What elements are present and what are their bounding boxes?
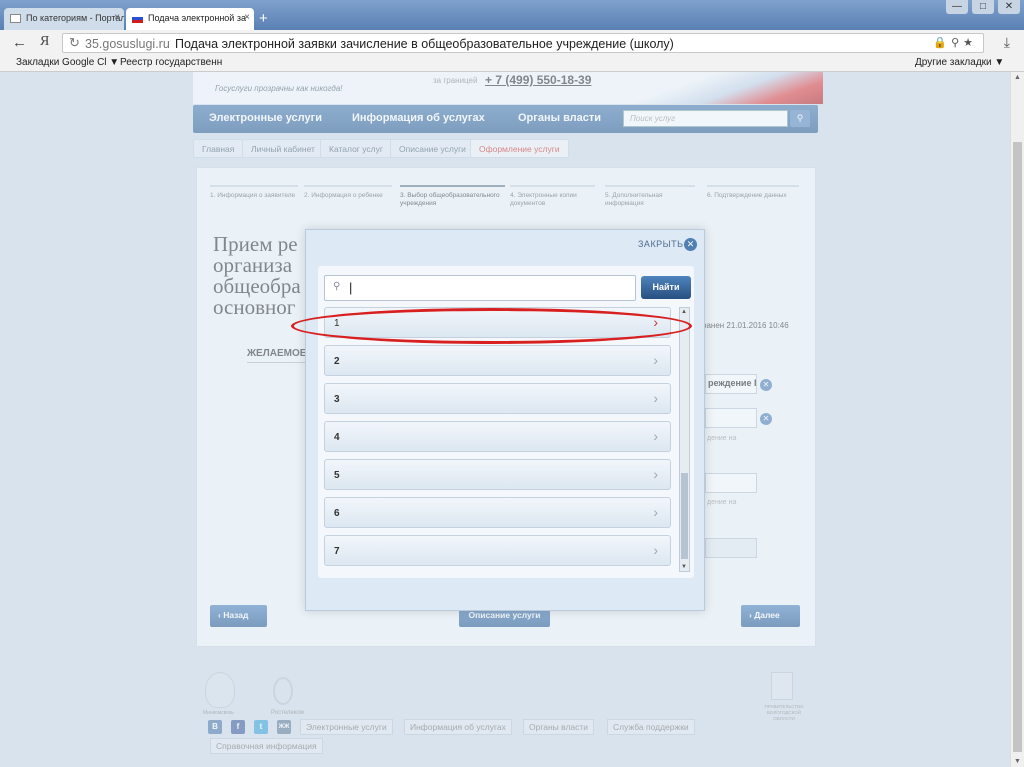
url-title: Подача электронной заявки зачисление в о…: [175, 37, 674, 51]
chevron-right-icon: ›: [653, 504, 658, 520]
chevron-right-icon: ›: [653, 390, 658, 406]
list-item-number: 7: [334, 546, 340, 557]
address-icons: 🔒⚲★: [933, 36, 977, 49]
search-value: |: [349, 280, 353, 295]
list-item-number: 4: [334, 432, 340, 443]
chevron-right-icon: ›: [653, 542, 658, 558]
close-button[interactable]: ЗАКРЫТЬ: [638, 239, 684, 249]
bookmark-registry[interactable]: Реестр государственн: [120, 57, 222, 68]
reload-icon[interactable]: ↻: [69, 35, 80, 51]
list-item-number: 2: [334, 356, 340, 367]
close-window-button[interactable]: ✕: [998, 0, 1020, 14]
scroll-down-icon[interactable]: ▼: [1014, 758, 1021, 765]
bookmarks-bar: Закладки Google Cl ▼ Реестр государствен…: [0, 56, 1024, 72]
list-item[interactable]: 3 ›: [324, 383, 671, 414]
close-icon[interactable]: ×: [244, 12, 250, 23]
new-tab-button[interactable]: +: [259, 10, 268, 27]
flag-icon: [132, 14, 143, 23]
tab-label: Подача электронной за: [148, 13, 246, 23]
list-item[interactable]: 2 ›: [324, 345, 671, 376]
find-button[interactable]: Найти: [641, 276, 691, 299]
page-scrollbar[interactable]: ▲ ▼: [1010, 72, 1024, 767]
highlight-ellipse: [291, 308, 692, 344]
tab-application[interactable]: Подача электронной за ×: [126, 8, 254, 30]
minimize-button[interactable]: —: [946, 0, 968, 14]
scroll-up-icon[interactable]: ▲: [681, 309, 687, 315]
search-input[interactable]: ⚲ |: [324, 275, 636, 301]
address-bar[interactable]: ↻ 35.gosuslugi.ru Подача электронной зая…: [62, 33, 984, 53]
yandex-button[interactable]: Я: [40, 34, 49, 50]
list-item[interactable]: 6 ›: [324, 497, 671, 528]
list-item[interactable]: 7 ›: [324, 535, 671, 566]
bookmark-other[interactable]: Другие закладки ▼: [915, 57, 1004, 68]
search-icon[interactable]: ⚲: [951, 37, 963, 49]
tab-categories[interactable]: По категориям - Портал ×: [4, 8, 124, 30]
scroll-up-icon[interactable]: ▲: [1014, 74, 1021, 81]
star-icon[interactable]: ★: [963, 37, 977, 49]
scroll-thumb[interactable]: [1013, 142, 1022, 752]
school-list: 1 › 2 › 3 › 4 › 5 › 6 › 7 › ▲ ▼: [324, 307, 690, 572]
list-item-number: 5: [334, 470, 340, 481]
download-icon[interactable]: ⤓: [1004, 34, 1010, 51]
chevron-right-icon: ›: [653, 352, 658, 368]
back-button[interactable]: ←: [12, 34, 27, 51]
list-scroll-thumb[interactable]: [681, 473, 688, 559]
list-scrollbar[interactable]: ▲ ▼: [679, 307, 690, 572]
tab-label: По категориям - Портал: [26, 13, 124, 23]
window-controls: — □ ✕: [946, 0, 1020, 14]
maximize-button[interactable]: □: [972, 0, 994, 14]
scroll-down-icon[interactable]: ▼: [681, 564, 687, 570]
browser-toolbar: ← Я ↻ 35.gosuslugi.ru Подача электронной…: [0, 30, 1024, 56]
chevron-right-icon: ›: [653, 466, 658, 482]
close-icon[interactable]: ×: [114, 12, 120, 23]
lock-icon: 🔒: [933, 37, 952, 49]
chevron-right-icon: ›: [653, 428, 658, 444]
tab-strip: По категориям - Портал × Подача электрон…: [0, 0, 1024, 30]
list-item-number: 3: [334, 394, 340, 405]
page-icon: [10, 14, 21, 23]
url-host: 35.gosuslugi.ru: [85, 37, 170, 51]
search-icon: ⚲: [333, 281, 341, 292]
close-icon[interactable]: ✕: [684, 238, 697, 251]
bookmark-google[interactable]: Закладки Google Cl ▼: [16, 57, 119, 68]
list-item[interactable]: 5 ›: [324, 459, 671, 490]
list-item-number: 6: [334, 508, 340, 519]
list-item[interactable]: 4 ›: [324, 421, 671, 452]
school-select-modal: ЗАКРЫТЬ ✕ ⚲ | Найти 1 › 2 › 3 › 4 › 5 › …: [305, 229, 705, 611]
